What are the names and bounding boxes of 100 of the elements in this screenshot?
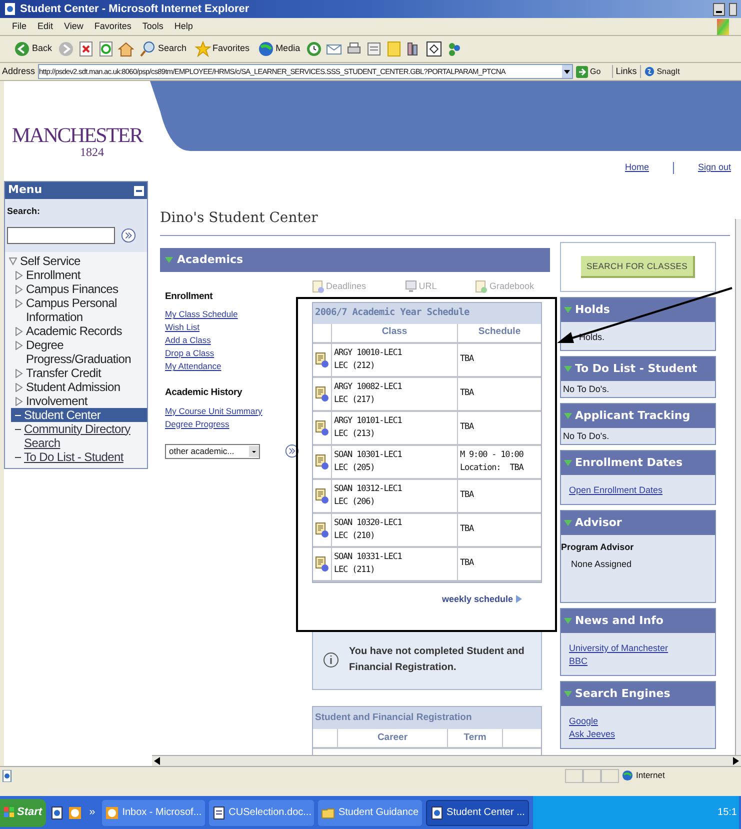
go-arrows-icon[interactable] (285, 444, 299, 458)
calendar-info-icon[interactable] (315, 352, 329, 368)
academic-link[interactable]: Add a Class (165, 335, 211, 346)
refresh-icon[interactable] (98, 41, 114, 57)
menu-bar-item[interactable]: File (12, 20, 27, 34)
header-link[interactable]: Sign out (698, 161, 731, 174)
right-arrow-icon[interactable] (733, 757, 739, 765)
document-icon (312, 280, 324, 294)
expanded-triangle-icon[interactable] (165, 256, 173, 264)
horizontal-scrollbar[interactable] (152, 755, 741, 766)
panel-link[interactable]: Ask Jeeves (569, 729, 616, 739)
section-heading: Enrollment (165, 290, 214, 304)
more-chevron[interactable]: » (86, 804, 98, 821)
calendar-info-icon[interactable] (315, 522, 329, 538)
document-icon[interactable] (366, 41, 382, 57)
code-window-icon[interactable] (426, 41, 442, 57)
home-icon[interactable] (118, 41, 134, 57)
registration-title: Student and Financial Registration (313, 707, 541, 729)
browser-page-icon (50, 806, 64, 820)
go-button[interactable]: Go (576, 66, 601, 78)
menu-bar-item[interactable]: View (64, 20, 84, 34)
star-icon[interactable] (194, 41, 211, 57)
panel-header[interactable]: Advisor (561, 511, 715, 535)
right-arrow-icon (576, 66, 588, 78)
panel-link[interactable]: BBC (569, 656, 588, 666)
panel-link[interactable]: Open Enrollment Dates (569, 485, 663, 495)
expanded-triangle-icon[interactable] (564, 617, 572, 625)
calendar-info-icon[interactable] (315, 454, 329, 470)
search-icon[interactable] (140, 41, 156, 57)
panel-header[interactable]: News and Info (561, 609, 715, 633)
collapse-icon[interactable] (134, 186, 144, 196)
window-title: Student Center - Microsoft Internet Explorer (20, 2, 250, 17)
search-label: Search: (7, 205, 42, 218)
people-icon[interactable] (446, 41, 462, 57)
menu-item[interactable]: Involvement (11, 394, 147, 408)
globe-icon (622, 770, 633, 781)
menu-bar-item[interactable]: Tools (142, 20, 164, 34)
search-field[interactable] (7, 226, 115, 244)
expanded-triangle-icon[interactable] (9, 256, 17, 266)
menu-bar-item[interactable]: Favorites (94, 20, 132, 34)
taskbar-button[interactable]: CUSelection.doc... (208, 800, 314, 826)
tray-clock: 15:1 (718, 806, 737, 820)
snagit-button[interactable]: SnagIt (644, 66, 680, 78)
panel-header[interactable]: Holds (561, 298, 715, 322)
toolbar-button[interactable]: Search (138, 41, 189, 57)
menu-item[interactable]: Transfer Credit (11, 366, 147, 380)
menu-bar-item[interactable]: Help (174, 20, 193, 34)
calendar-info-icon[interactable] (315, 556, 329, 572)
academic-link[interactable]: Wish List (165, 322, 200, 332)
menu-item[interactable]: Self Service (5, 254, 147, 268)
expanded-triangle-icon[interactable] (564, 690, 572, 698)
menu-item[interactable]: Campus Finances (11, 282, 147, 296)
academic-link[interactable]: My Class Schedule (165, 309, 238, 320)
academic-dropdown[interactable]: other academic... (165, 444, 260, 458)
header-link[interactable]: Home (624, 161, 649, 174)
taskbar-button[interactable]: Student Guidance (318, 800, 422, 826)
stop-icon[interactable] (78, 41, 94, 57)
expanded-triangle-icon[interactable] (564, 306, 572, 314)
academic-link[interactable]: Drop a Class (165, 348, 214, 358)
weekly-schedule-link[interactable]: weekly schedule (442, 592, 522, 606)
restore-button[interactable] (729, 2, 737, 16)
academic-link[interactable]: Degree Progress (165, 418, 230, 428)
menu-item[interactable]: Academic Records (11, 324, 147, 338)
calendar-info-icon[interactable] (315, 420, 329, 436)
menu-item[interactable]: Community Directory Search (11, 422, 147, 450)
panel-header[interactable]: Enrollment Dates (561, 451, 715, 475)
academic-link[interactable]: My Course Unit Summary (165, 406, 262, 416)
panel-text: No To Do's. (562, 383, 610, 395)
vertical-scrollbar[interactable] (735, 219, 741, 756)
taskbar-button[interactable]: Inbox - Microsof... (102, 800, 205, 826)
panel-header[interactable]: Applicant Tracking (561, 404, 715, 428)
left-arrow-icon[interactable] (154, 757, 160, 765)
menu-item[interactable]: Student Center (11, 408, 147, 422)
menu-item[interactable]: Degree Progress/Graduation (11, 338, 147, 366)
start-button[interactable]: Start (0, 798, 46, 826)
globe-icon[interactable] (258, 41, 274, 57)
taskbar-button[interactable]: Student Center ... (426, 800, 529, 826)
menu-item[interactable]: To Do List - Student (11, 450, 147, 464)
minimize-button[interactable] (713, 2, 725, 16)
menu-bar-item[interactable]: Edit (38, 20, 54, 34)
menu-item[interactable]: Enrollment (11, 268, 147, 282)
panel-link[interactable]: University of Manchester (569, 643, 668, 653)
toolbar-button[interactable]: Media (256, 41, 302, 57)
links-label[interactable]: Links (616, 64, 637, 78)
expanded-triangle-icon[interactable] (564, 459, 572, 467)
toolbar-button[interactable]: Back (12, 41, 54, 57)
toolbar-button[interactable]: Favorites (192, 41, 252, 57)
expanded-triangle-icon[interactable] (564, 412, 572, 420)
academic-link[interactable]: My Attendance (165, 361, 222, 372)
search-classes-button[interactable]: SEARCH FOR CLASSES (580, 256, 696, 278)
menu-item[interactable]: Student Admission (11, 380, 147, 394)
panel-header[interactable]: To Do List - Student (561, 357, 715, 381)
panel-link[interactable]: Google (569, 716, 598, 726)
calendar-info-icon[interactable] (315, 386, 329, 402)
expanded-triangle-icon[interactable] (564, 365, 572, 373)
calendar-info-icon[interactable] (315, 488, 329, 504)
panel-header[interactable]: Search Engines (561, 682, 715, 706)
section-header[interactable]: Academics (160, 248, 550, 272)
menu-item[interactable]: Campus Personal Information (11, 296, 147, 324)
expanded-triangle-icon[interactable] (564, 519, 572, 527)
